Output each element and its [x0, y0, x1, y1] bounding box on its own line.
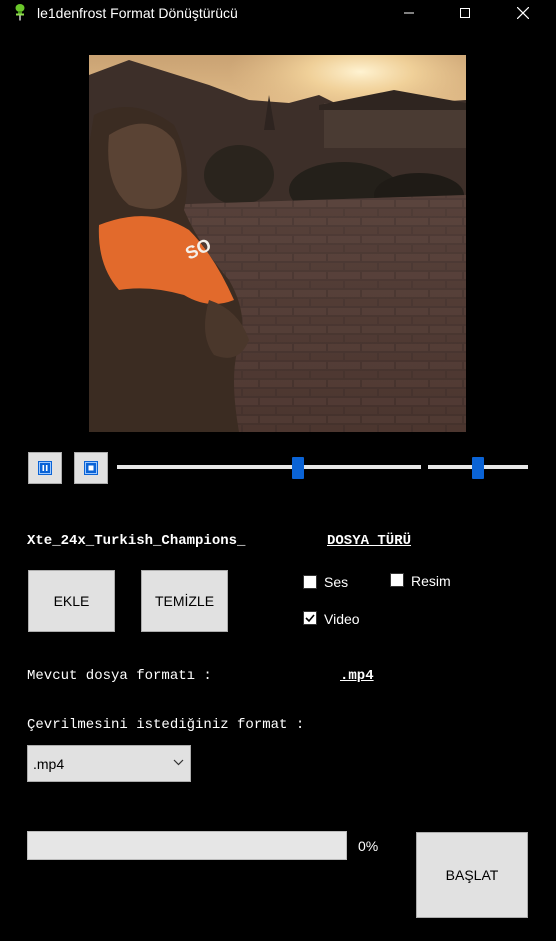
video-preview[interactable]: SO	[89, 55, 466, 432]
clear-button[interactable]: TEMİZLE	[141, 570, 228, 632]
maximize-icon	[460, 8, 470, 18]
target-format-label: Çevrilmesini istediğiniz format :	[27, 717, 305, 733]
video-checkbox[interactable]	[303, 611, 317, 625]
progress-percent: 0%	[358, 838, 379, 854]
target-format-selected-value: .mp4	[33, 756, 65, 772]
stop-icon	[84, 461, 98, 475]
minimize-button[interactable]	[386, 0, 432, 26]
close-icon	[517, 7, 529, 19]
pause-button[interactable]	[28, 452, 62, 484]
pushpin-icon	[11, 3, 29, 21]
volume-slider-thumb[interactable]	[472, 457, 484, 479]
checkmark-icon	[305, 614, 315, 623]
start-button[interactable]: BAŞLAT	[416, 832, 528, 918]
audio-checkbox-label[interactable]: Ses	[324, 574, 348, 590]
current-format-value: .mp4	[340, 668, 374, 684]
file-name-label: Xte_24x_Turkish_Champions_	[27, 533, 246, 549]
audio-checkbox[interactable]	[303, 575, 317, 589]
seek-slider-track[interactable]	[117, 465, 421, 469]
minimize-icon	[404, 12, 414, 14]
stop-button[interactable]	[74, 452, 108, 484]
pause-icon	[38, 461, 52, 475]
seek-slider-thumb[interactable]	[292, 457, 305, 479]
current-format-label: Mevcut dosya formatı :	[27, 668, 212, 684]
chevron-down-icon	[173, 759, 184, 766]
maximize-button[interactable]	[442, 0, 488, 26]
target-format-select[interactable]: .mp4	[27, 745, 191, 782]
file-type-heading: DOSYA TÜRÜ	[327, 533, 412, 549]
window-title: le1denfrost Format Dönüştürücü	[37, 5, 238, 21]
conversion-progress-bar	[27, 831, 347, 860]
video-checkbox-label[interactable]: Video	[324, 611, 360, 627]
add-button[interactable]: EKLE	[28, 570, 115, 632]
close-button[interactable]	[500, 0, 546, 26]
image-checkbox[interactable]	[390, 573, 404, 587]
image-checkbox-label[interactable]: Resim	[411, 573, 451, 589]
